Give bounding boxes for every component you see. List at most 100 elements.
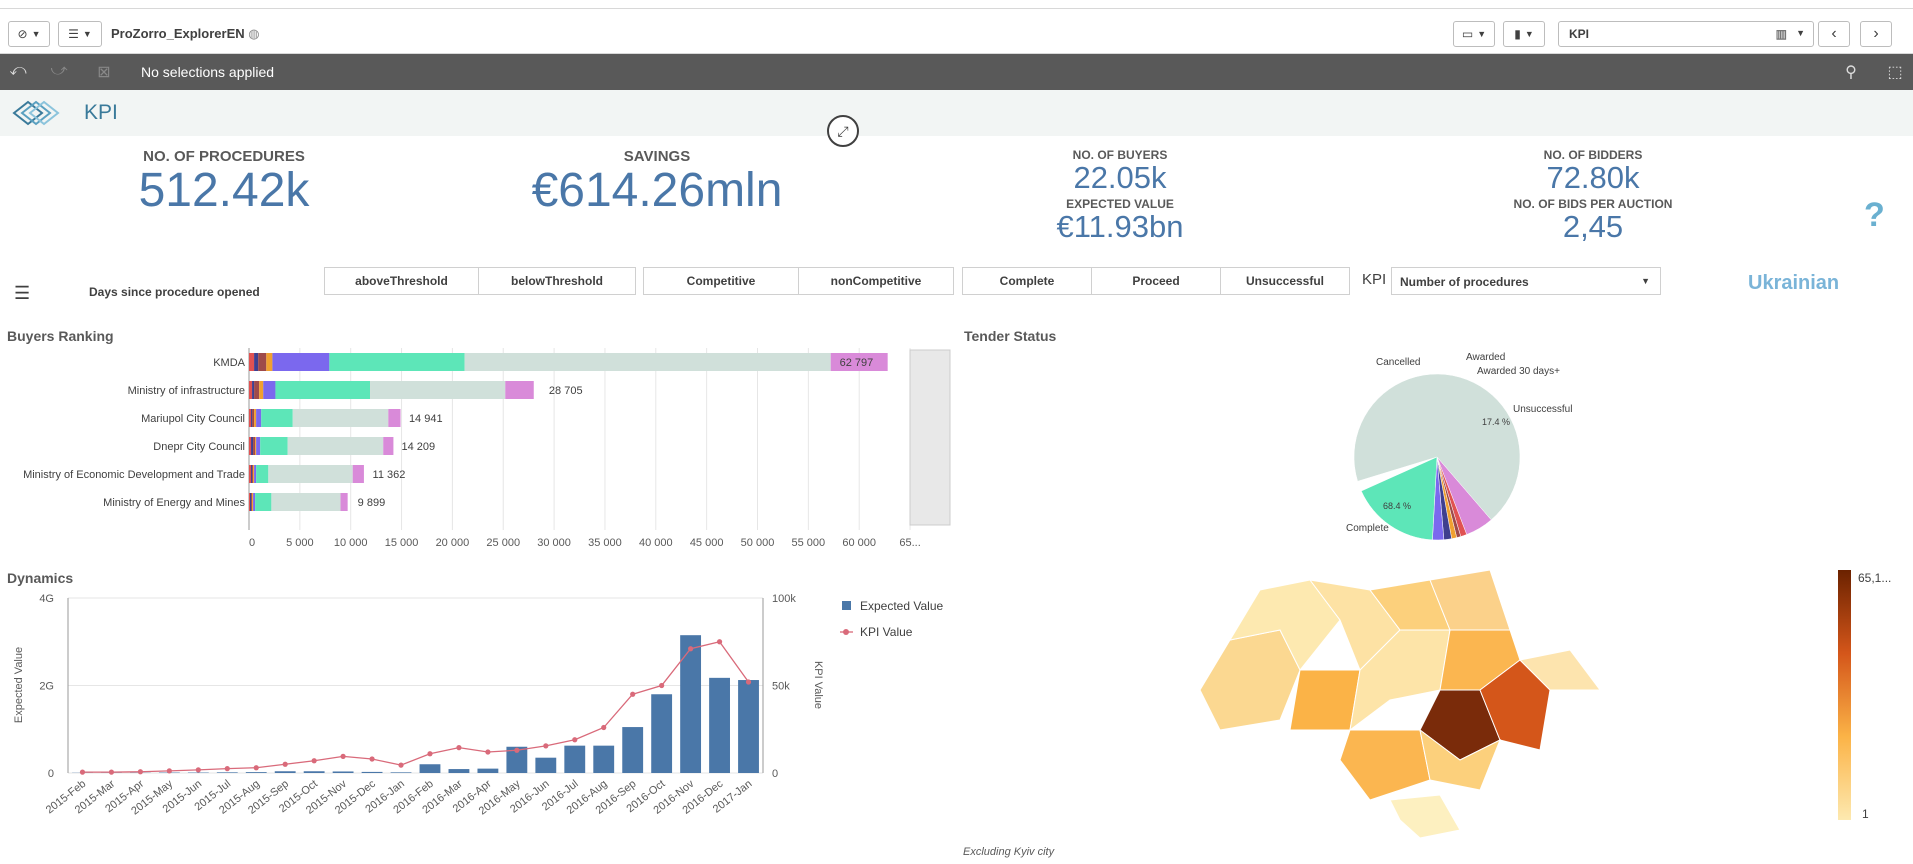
bar-segment[interactable]: [287, 437, 384, 455]
kpi-value-point[interactable]: [311, 758, 317, 764]
bar-segment[interactable]: [383, 437, 394, 455]
bar-segment[interactable]: [464, 353, 831, 371]
previous-sheet-button[interactable]: ‹: [1818, 21, 1850, 47]
expected-value-bar[interactable]: [448, 769, 470, 773]
bar-segment[interactable]: [261, 409, 293, 427]
expected-value-bar[interactable]: [564, 745, 586, 773]
bar-segment[interactable]: [292, 409, 389, 427]
bar-segment[interactable]: [252, 409, 255, 427]
expected-value-bar[interactable]: [680, 635, 702, 773]
bar-segment[interactable]: [249, 409, 252, 427]
map-region-west[interactable]: [1199, 629, 1301, 731]
filter-proceed[interactable]: Proceed: [1091, 267, 1221, 295]
expected-value-bar[interactable]: [593, 745, 615, 773]
kpi-value-point[interactable]: [630, 691, 636, 697]
scrollbar[interactable]: [909, 349, 951, 526]
sheet-selector[interactable]: KPI ▥ ▼: [1558, 21, 1814, 47]
expected-value-bar[interactable]: [709, 677, 730, 773]
kpi-value-point[interactable]: [340, 753, 346, 759]
bar-segment[interactable]: [252, 465, 254, 483]
kpi-value-point[interactable]: [282, 761, 288, 767]
bar-segment[interactable]: [340, 493, 348, 511]
kpi-value-point[interactable]: [572, 737, 578, 743]
kpi-value-point[interactable]: [195, 767, 201, 773]
expected-value-bar[interactable]: [477, 768, 499, 773]
bar-segment[interactable]: [254, 381, 260, 399]
days-filter-label[interactable]: Days since procedure opened: [89, 285, 260, 299]
bar-segment[interactable]: [268, 465, 353, 483]
expand-icon[interactable]: ⤢: [827, 115, 859, 147]
bar-segment[interactable]: [256, 437, 261, 455]
bar-segment[interactable]: [388, 409, 401, 427]
navigation-button[interactable]: ⊘ ▼: [8, 21, 50, 47]
bar-segment[interactable]: [254, 409, 257, 427]
expected-value-bar[interactable]: [535, 757, 557, 773]
kpi-value-point[interactable]: [224, 766, 230, 772]
bar-segment[interactable]: [266, 353, 273, 371]
back-step-icon[interactable]: ⤺: [7, 62, 29, 82]
bar-segment[interactable]: [352, 465, 364, 483]
kpi-value-point[interactable]: [514, 747, 520, 753]
expected-value-bar[interactable]: [361, 771, 383, 773]
expected-value-bar[interactable]: [332, 771, 354, 773]
search-icon[interactable]: ⚲: [1840, 62, 1862, 82]
bar-segment[interactable]: [260, 437, 288, 455]
kpi-value-point[interactable]: [137, 769, 143, 775]
bar-segment[interactable]: [254, 465, 257, 483]
sheets-button[interactable]: ☰ ▼: [58, 21, 102, 47]
bar-segment[interactable]: [252, 493, 254, 511]
kpi-value-point[interactable]: [369, 756, 375, 762]
ukraine-region-map[interactable]: [1190, 560, 1610, 840]
expected-value-bar[interactable]: [390, 772, 412, 773]
bar-segment[interactable]: [275, 381, 371, 399]
forward-step-icon[interactable]: ⤻: [48, 62, 70, 82]
bar-segment[interactable]: [251, 493, 253, 511]
bar-segment[interactable]: [258, 353, 267, 371]
help-icon[interactable]: ?: [1864, 196, 1885, 235]
expected-value-bar[interactable]: [622, 727, 644, 773]
expected-value-bar[interactable]: [274, 771, 296, 773]
bar-segment[interactable]: [505, 381, 534, 399]
bar-segment[interactable]: [249, 353, 255, 371]
expected-value-bar[interactable]: [419, 764, 441, 773]
bar-segment[interactable]: [253, 437, 256, 455]
bookmark-button[interactable]: ▮ ▼: [1503, 21, 1545, 47]
bar-segment[interactable]: [249, 465, 252, 483]
bar-segment[interactable]: [255, 493, 272, 511]
bar-segment[interactable]: [329, 353, 465, 371]
kpi-value-point[interactable]: [716, 639, 723, 645]
expected-value-bar[interactable]: [245, 772, 267, 773]
kpi-value-point[interactable]: [166, 768, 172, 774]
bar-segment[interactable]: [249, 437, 252, 455]
legend-expected-value[interactable]: Expected Value: [860, 599, 943, 613]
kpi-value-line[interactable]: [82, 641, 750, 773]
bar-segment[interactable]: [249, 381, 253, 399]
filter-below-threshold[interactable]: belowThreshold: [478, 267, 636, 295]
map-region-central-west[interactable]: [1289, 669, 1361, 731]
bar-segment[interactable]: [256, 465, 269, 483]
kpi-value-point[interactable]: [745, 679, 752, 685]
kpi-value-point[interactable]: [601, 724, 607, 731]
menu-icon[interactable]: ☰: [14, 283, 30, 304]
kpi-value-point[interactable]: [456, 745, 462, 751]
bar-segment[interactable]: [251, 465, 253, 483]
kpi-value-point[interactable]: [427, 751, 433, 757]
kpi-value-point[interactable]: [108, 769, 115, 775]
kpi-value-point[interactable]: [485, 749, 491, 755]
bar-segment[interactable]: [251, 409, 253, 427]
kpi-value-point[interactable]: [543, 743, 549, 749]
bar-segment[interactable]: [271, 493, 341, 511]
bar-segment[interactable]: [263, 381, 276, 399]
next-sheet-button[interactable]: ›: [1860, 21, 1892, 47]
bar-segment[interactable]: [253, 493, 256, 511]
bar-segment[interactable]: [251, 437, 254, 455]
kpi-value-point[interactable]: [659, 682, 665, 689]
kpi-value-point[interactable]: [398, 762, 404, 768]
present-button[interactable]: ▭ ▼: [1453, 21, 1495, 47]
bar-segment[interactable]: [370, 381, 506, 399]
map-region-south[interactable]: [1339, 729, 1431, 801]
bar-segment[interactable]: [255, 437, 257, 455]
kpi-value-point[interactable]: [253, 765, 259, 771]
filter-above-threshold[interactable]: aboveThreshold: [324, 267, 479, 295]
bar-segment[interactable]: [272, 353, 330, 371]
